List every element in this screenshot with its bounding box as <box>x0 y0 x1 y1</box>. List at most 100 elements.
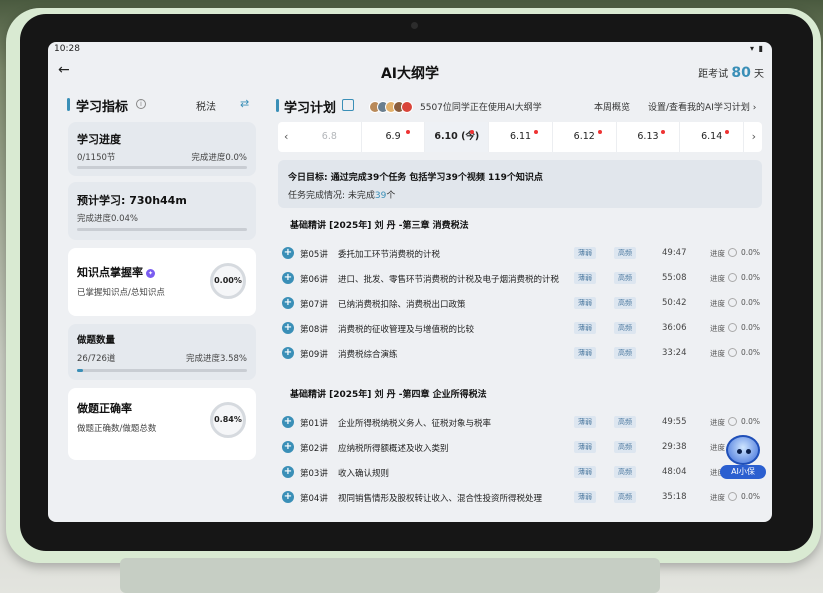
add-lesson-icon[interactable]: + <box>282 466 294 478</box>
study-plan-panel: 学习计划 5507位同学正在使用AI大纲学 本周概览 设置/查看我的AI学习计划… <box>272 92 767 522</box>
switch-subject-icon[interactable]: ⇄ <box>240 97 249 110</box>
add-lesson-icon[interactable]: + <box>282 297 294 309</box>
add-lesson-icon[interactable]: + <box>282 347 294 359</box>
frequent-tag: 高频 <box>614 466 636 478</box>
accuracy-card[interactable]: 做题正确率 做题正确数/做题总数 0.84% <box>68 388 256 460</box>
weak-tag: 薄弱 <box>574 491 596 503</box>
date-tab-label: 6.11 <box>509 131 532 142</box>
add-lesson-icon[interactable]: + <box>282 272 294 284</box>
date-tab[interactable]: 6.10 (今) <box>425 122 490 152</box>
lesson-name: 视同销售情形及股权转让收入、混合性投资所得税处理 <box>338 494 543 504</box>
robot-icon <box>726 435 760 465</box>
date-tab-label: 6.9 <box>385 131 401 142</box>
robot-eye <box>737 449 742 454</box>
date-tab[interactable]: 6.13 <box>617 122 681 152</box>
add-lesson-icon[interactable]: + <box>282 322 294 334</box>
task-dot-icon <box>597 130 602 134</box>
progress-done: 0/1150节 <box>77 153 116 163</box>
date-tab[interactable]: 6.11 <box>489 122 553 152</box>
exam-countdown: 距考试 80 天 <box>698 65 764 81</box>
lesson-row[interactable]: + 第08讲 消费税的征收管理及与增值税的比较 薄弱 高频 36:06 进度 0.0% <box>278 317 762 339</box>
section-accent-bar <box>67 98 70 111</box>
questions-track <box>77 369 247 372</box>
frequent-tag: 高频 <box>614 347 636 359</box>
date-tab[interactable]: 6.12 <box>553 122 617 152</box>
lesson-number: 第07讲 <box>300 300 328 310</box>
ai-assistant-button[interactable]: AI小保 <box>720 435 766 481</box>
lesson-number: 第03讲 <box>300 469 328 479</box>
task-dot-icon <box>406 130 411 134</box>
plan-settings-link[interactable]: 设置/查看我的AI学习计划 › <box>648 100 756 113</box>
lesson-row[interactable]: + 第07讲 已纳消费税扣除、消费税出口政策 薄弱 高频 50:42 进度 0.0% <box>278 292 762 314</box>
mastery-sub: 已掌握知识点/总知识点 <box>77 288 165 298</box>
weak-tag: 薄弱 <box>574 466 596 478</box>
progress-label: 进度 <box>710 418 725 427</box>
progress-label: 进度 <box>710 493 725 502</box>
daily-goal-text: 今日目标: 通过完成39个任务 包括学习39个视频 119个知识点 <box>288 173 543 183</box>
date-tab[interactable]: 6.9 <box>362 122 426 152</box>
frequent-tag: 高频 <box>614 297 636 309</box>
add-lesson-icon[interactable]: + <box>282 416 294 428</box>
mastery-unit: % <box>233 276 242 285</box>
app-screen: 10:28 ▾ ▮ ← AI大纲学 距考试 80 天 学习指标 i 税法 ⇄ 学… <box>48 42 772 522</box>
lesson-progress: 0.0% <box>741 348 761 357</box>
page-title: AI大纲学 <box>380 66 440 82</box>
mastery-ring: 0.00% <box>210 263 246 299</box>
lesson-duration: 36:06 <box>662 323 687 333</box>
week-overview-link[interactable]: 本周概览 <box>594 100 630 113</box>
lesson-row[interactable]: +第03讲收入确认规则薄弱高频48:04进度0.0% <box>278 461 762 483</box>
lesson-duration: 55:08 <box>662 273 687 283</box>
user-avatars <box>369 98 413 113</box>
lesson-row[interactable]: + 第06讲 进口、批发、零售环节消费税的计税及电子烟消费税的计税 薄弱 高频 55:08… <box>278 267 762 289</box>
mastery-card[interactable]: 知识点掌握率 ✦ 已掌握知识点/总知识点 0.00% <box>68 248 256 316</box>
date-tab[interactable]: 6.14 <box>680 122 745 152</box>
wifi-battery-icon: ▾ ▮ <box>750 44 764 53</box>
weak-tag: 薄弱 <box>574 441 596 453</box>
plan-title: 学习计划 <box>284 101 337 116</box>
add-lesson-icon[interactable]: + <box>282 247 294 259</box>
lesson-number: 第09讲 <box>300 350 328 360</box>
add-lesson-icon[interactable]: + <box>282 441 294 453</box>
lesson-number: 第01讲 <box>300 419 328 429</box>
date-tab[interactable]: 6.8 <box>298 122 362 152</box>
date-tab-label: 6.13 <box>637 131 659 142</box>
lesson-name: 委托加工环节消费税的计税 <box>338 250 441 260</box>
progress-circle-icon <box>728 417 737 426</box>
progress-card[interactable]: 学习进度 0/1150节 完成进度0.0% <box>68 122 256 176</box>
exam-prefix: 距考试 <box>698 69 729 80</box>
questions-card[interactable]: 做题数量 26/726道 完成进度3.58% <box>68 324 256 380</box>
weak-tag: 薄弱 <box>574 416 596 428</box>
lesson-progress: 0.0% <box>741 492 761 501</box>
prev-date-icon[interactable]: ‹ <box>284 130 288 143</box>
lesson-duration: 29:38 <box>662 442 687 452</box>
add-lesson-icon[interactable]: + <box>282 491 294 503</box>
forecast-title: 预计学习: 730h44m <box>77 194 187 207</box>
questions-done: 26/726道 <box>77 354 116 364</box>
mastery-title: 知识点掌握率 ✦ <box>77 264 155 280</box>
weak-tag: 薄弱 <box>574 322 596 334</box>
info-icon[interactable]: i <box>136 99 146 109</box>
forecast-card[interactable]: 预计学习: 730h44m 完成进度0.04% <box>68 182 256 240</box>
avatar <box>401 101 413 113</box>
lesson-duration: 35:18 <box>662 492 687 502</box>
mastery-value: 0.00 <box>214 276 234 285</box>
next-date-icon[interactable]: › <box>752 130 756 143</box>
lesson-row[interactable]: + 第09讲 消费税综合演练 薄弱 高频 33:24 进度 0.0% <box>278 342 762 364</box>
progress-label: 进度 <box>710 249 725 258</box>
lesson-row[interactable]: + 第01讲 企业所得税纳税义务人、征税对象与税率 薄弱 高频 49:55 进度 0.0% <box>278 411 762 433</box>
calendar-icon[interactable] <box>342 99 354 111</box>
accuracy-value: 0.84 <box>214 415 234 424</box>
lesson-progress: 0.0% <box>741 323 761 332</box>
task-status-text: 任务完成情况: 未完成39个 <box>288 188 395 201</box>
lesson-row[interactable]: + 第05讲 委托加工环节消费税的计税 薄弱 高频 49:47 进度 0.0% <box>278 242 762 264</box>
lesson-number: 第08讲 <box>300 325 328 335</box>
lesson-row[interactable]: +第02讲应纳税所得额概述及收入类别薄弱高频29:38进度0.0% <box>278 436 762 458</box>
daily-goal-box: 今日目标: 通过完成39个任务 包括学习39个视频 119个知识点 任务完成情况… <box>278 160 762 208</box>
study-metrics-panel: 学习指标 i 税法 ⇄ 学习进度 0/1150节 完成进度0.0% 预计学习: … <box>60 92 260 522</box>
lesson-progress: 0.0% <box>741 298 761 307</box>
ai-badge-icon: ✦ <box>146 269 155 278</box>
status-bar: 10:28 ▾ ▮ <box>48 42 772 58</box>
lesson-number: 第04讲 <box>300 494 328 504</box>
weak-tag: 薄弱 <box>574 272 596 284</box>
lesson-row[interactable]: + 第04讲 视同销售情形及股权转让收入、混合性投资所得税处理 薄弱 高频 35:18 进度… <box>278 486 762 508</box>
